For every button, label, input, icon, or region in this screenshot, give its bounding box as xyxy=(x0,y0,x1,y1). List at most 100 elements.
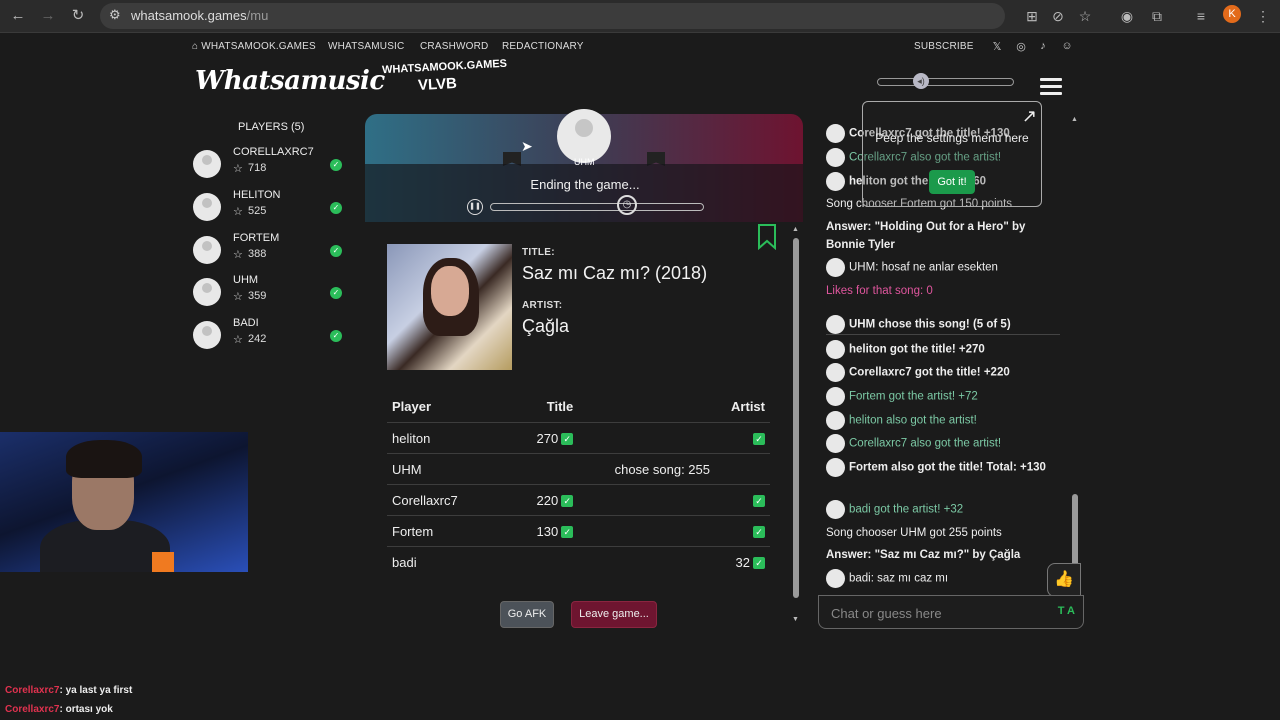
avatar xyxy=(193,321,221,349)
forward-icon[interactable]: → xyxy=(38,6,58,26)
kebab-menu-icon[interactable]: ⋮ xyxy=(1253,6,1273,26)
home-icon: ⌂ xyxy=(192,41,199,52)
instagram-icon[interactable]: ◎ xyxy=(1014,40,1028,53)
star-icon: ☆ xyxy=(233,334,243,346)
star-icon: ☆ xyxy=(233,163,243,175)
table-header: Player Title Artist xyxy=(392,399,765,414)
player-item: BADI ☆ 242 ✓ xyxy=(193,317,353,361)
center-scrollbar[interactable]: ▲ ▼ xyxy=(792,226,800,626)
site-info-icon[interactable]: ⚙ xyxy=(109,7,121,23)
volume-slider[interactable] xyxy=(877,78,1014,86)
chat-message: badi got the artist! +32 xyxy=(826,500,1058,519)
go-afk-button[interactable]: Go AFK xyxy=(500,601,554,628)
avatar xyxy=(193,236,221,264)
chat-message: Fortem also got the title! Total: +130 xyxy=(826,458,1058,477)
game-status: Ending the game... xyxy=(530,177,640,192)
star-icon: ☆ xyxy=(233,291,243,303)
star-icon: ☆ xyxy=(233,249,243,261)
check-icon: ✓ xyxy=(330,159,342,171)
song-artist: Çağla xyxy=(522,316,570,336)
avatar xyxy=(826,124,845,143)
table-row: badi 32 ✓ xyxy=(387,546,770,577)
nav-home[interactable]: ⌂ WHATSAMOOK.GAMES xyxy=(192,41,316,52)
tiktok-icon[interactable]: ♪ xyxy=(1036,40,1050,52)
chat-message: Fortem got the artist! +72 xyxy=(826,387,1058,406)
got-it-button[interactable]: Got it! xyxy=(929,170,975,194)
mouse-cursor-icon: ➤ xyxy=(521,138,533,154)
text-toggle[interactable]: T A xyxy=(1058,605,1075,617)
player-item: FORTEM ☆ 388 ✓ xyxy=(193,232,353,276)
stream-chat-line: Corellaxrc7: ortası yok xyxy=(5,704,113,715)
chat-message: Likes for that song: 0 xyxy=(826,285,933,297)
puzzle-icon[interactable]: ⧉ xyxy=(1147,6,1167,26)
check-icon: ✓ xyxy=(753,526,765,539)
star-icon: ☆ xyxy=(233,206,243,218)
avatar xyxy=(193,150,221,178)
chooser-name: UHM xyxy=(574,157,595,167)
chat-message: Corellaxrc7 also got the artist! xyxy=(826,434,1058,453)
chat-input-box[interactable]: T A xyxy=(818,595,1084,629)
chat-input[interactable] xyxy=(829,603,1033,623)
profile-avatar[interactable]: K xyxy=(1223,5,1241,23)
eye-off-icon[interactable]: ⊘ xyxy=(1048,6,1068,26)
translate-icon[interactable]: ⊞ xyxy=(1022,6,1042,26)
chat-message: UHM chose this song! (5 of 5) xyxy=(826,315,1058,334)
menu-icon[interactable] xyxy=(1040,78,1062,99)
chat-message: Answer: "Saz mı Caz mı?" by Çağla xyxy=(826,549,1021,561)
check-icon: ✓ xyxy=(753,557,765,570)
song-progress-bar xyxy=(490,203,704,211)
leave-game-button[interactable]: Leave game... xyxy=(571,601,657,628)
check-icon: ✓ xyxy=(330,330,342,342)
address-bar[interactable]: ⚙ whatsamook.games/mu xyxy=(100,3,1005,29)
avatar xyxy=(193,278,221,306)
nav-link-redactionary[interactable]: REDACTIONARY xyxy=(502,41,584,52)
chat-scrollbar[interactable]: ▲▼ xyxy=(1070,116,1080,590)
site-logo[interactable]: Whatsamusic xyxy=(195,66,385,96)
room-code: VLVB xyxy=(417,74,458,95)
song-title: Saz mı Caz mı? (2018) xyxy=(522,263,708,283)
results-table: Player Title Artist heliton 270 ✓ ✓ UHM c… xyxy=(387,391,770,577)
extension-icon[interactable]: ◉ xyxy=(1117,6,1137,26)
arrow-up-right-icon: ↗ xyxy=(1021,106,1037,126)
table-row: Fortem 130 ✓ ✓ xyxy=(387,515,770,547)
avatar xyxy=(826,434,845,453)
chat-message: heliton got the title! +270 xyxy=(826,340,1058,359)
reload-icon[interactable]: ↻ xyxy=(68,6,88,26)
avatar xyxy=(826,458,845,477)
avatar xyxy=(193,193,221,221)
check-icon: ✓ xyxy=(561,433,574,446)
avatar xyxy=(826,387,845,406)
avatar xyxy=(826,172,845,191)
check-icon: ✓ xyxy=(561,526,574,539)
chat-message: Corellaxrc7 got the title! +220 xyxy=(826,363,1058,382)
player-item: UHM ☆ 359 ✓ xyxy=(193,274,353,318)
discord-icon[interactable]: ☺ xyxy=(1060,40,1074,52)
media-icon[interactable]: ≡ xyxy=(1191,6,1211,26)
pause-icon[interactable]: ❚❚ xyxy=(467,199,483,215)
player-item: CORELLAXRC7 ☆ 718 ✓ xyxy=(193,146,353,190)
settings-tooltip: ↗ Peep the settings menu here Got it! xyxy=(862,101,1042,207)
tooltip-text: Peep the settings menu here xyxy=(875,131,1029,145)
table-row: UHM chose song: 255 xyxy=(387,453,770,485)
chat-message: Song chooser UHM got 255 points xyxy=(826,527,1002,539)
thumbs-up-icon[interactable]: 👍 xyxy=(1047,563,1081,597)
back-icon[interactable]: ← xyxy=(8,6,28,26)
avatar xyxy=(826,258,845,277)
volume-knob-icon[interactable]: ◂) xyxy=(913,73,929,89)
chat-message: heliton also got the artist! xyxy=(826,411,1058,430)
nav-link-whatsamusic[interactable]: WHATSAMUSIC xyxy=(328,41,404,52)
twitter-icon[interactable]: 𝕏 xyxy=(990,40,1004,53)
room-site: WHATSAMOOK.GAMES xyxy=(381,57,508,77)
bookmark-star-icon[interactable]: ☆ xyxy=(1075,6,1095,26)
webcam-overlay xyxy=(0,432,248,572)
bookmark-icon[interactable] xyxy=(757,224,777,250)
table-row: heliton 270 ✓ ✓ xyxy=(387,422,770,454)
check-icon: ✓ xyxy=(561,495,574,508)
chat-divider xyxy=(826,334,1060,335)
nav-link-crashword[interactable]: CRASHWORD xyxy=(420,41,488,52)
table-row: Corellaxrc7 220 ✓ ✓ xyxy=(387,484,770,516)
chat-message: Answer: "Holding Out for a Hero" by Bonn… xyxy=(826,221,1026,251)
check-icon: ✓ xyxy=(330,202,342,214)
url-text: whatsamook.games/mu xyxy=(131,8,269,23)
subscribe-link[interactable]: SUBSCRIBE xyxy=(914,41,974,52)
